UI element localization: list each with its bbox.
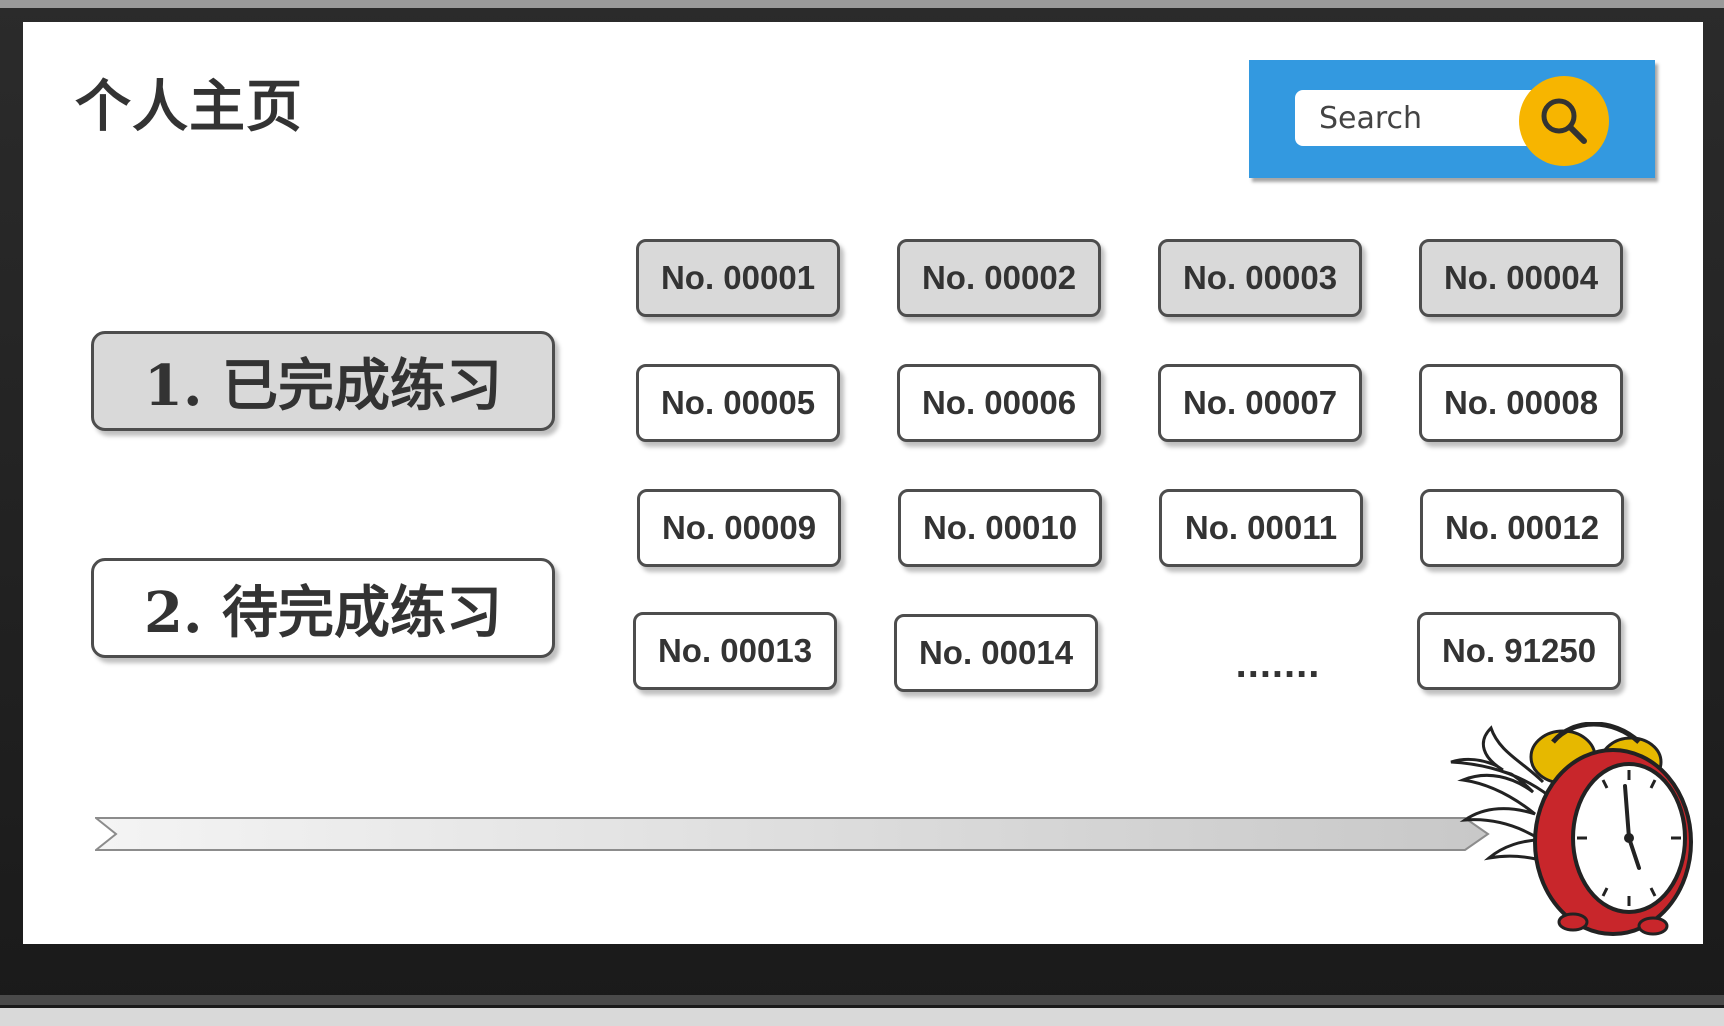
monitor-frame: 个人主页 1. 已完成练习 2. 待完成练习 No. 00001 No. 000… [0,0,1724,1026]
exercise-button[interactable]: No. 00013 [633,612,837,690]
exercise-button[interactable]: No. 00009 [637,489,841,567]
exercise-button[interactable]: No. 00001 [636,239,840,317]
frame-bottom-line [0,995,1724,1005]
page-title: 个人主页 [75,75,303,140]
screen: 个人主页 1. 已完成练习 2. 待完成练习 No. 00001 No. 000… [23,22,1703,944]
category-completed-button[interactable]: 1. 已完成练习 [91,331,555,431]
exercise-button[interactable]: No. 00003 [1158,239,1362,317]
exercise-button[interactable]: No. 00014 [894,614,1098,692]
exercise-button[interactable]: No. 00010 [898,489,1102,567]
exercise-button[interactable]: No. 00011 [1159,489,1363,567]
exercise-button[interactable]: No. 91250 [1417,612,1621,690]
search-icon [1541,98,1587,144]
frame-top-edge [0,0,1724,8]
exercise-button[interactable]: No. 00005 [636,364,840,442]
exercise-button[interactable]: No. 00012 [1420,489,1624,567]
category-pending-button[interactable]: 2. 待完成练习 [91,558,555,658]
exercise-button[interactable]: No. 00007 [1158,364,1362,442]
progress-arrow [95,817,1490,851]
exercise-button[interactable]: No. 00006 [897,364,1101,442]
exercise-button[interactable]: No. 00008 [1419,364,1623,442]
search-button[interactable] [1519,76,1609,166]
frame-bottom-edge [0,1008,1724,1026]
exercise-button[interactable]: No. 00002 [897,239,1101,317]
search-input[interactable] [1295,90,1545,146]
search-panel [1249,60,1655,178]
exercise-button[interactable]: No. 00004 [1419,239,1623,317]
more-ellipsis: ....... [1235,642,1321,686]
winged-alarm-clock-icon [1450,722,1693,936]
